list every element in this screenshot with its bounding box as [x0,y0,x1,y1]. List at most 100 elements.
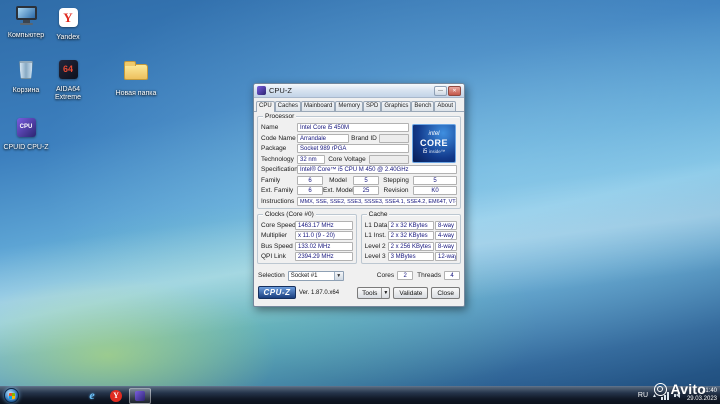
desktop-icon-label: Yandex [56,34,80,41]
selection-label: Selection [258,272,285,279]
tab-caches[interactable]: Caches [274,101,302,111]
model-label: Model [329,176,347,184]
cpuz-app-icon [257,86,266,95]
tab-mainboard[interactable]: Mainboard [301,101,336,111]
folder-icon [110,61,162,88]
cpuz-titlebar[interactable]: CPU-Z — ✕ [254,84,464,98]
code-name-field: Arrandale [297,133,349,143]
name-field: Intel Core i5 450M [297,123,409,132]
brand-id-label: Brand ID [351,134,377,142]
desktop-icon-label: Новая папка [115,90,157,97]
version-text: Ver. 1.87.0.x64 [299,289,340,296]
tab-spd[interactable]: SPD [363,101,382,111]
cpuz-logo: CPU-Z [258,286,296,299]
cache-group: Cache L1 Data 2 x 32 KBytes 8-way L1 Ins… [360,210,461,264]
brand-id-field [379,133,409,143]
ext-model-label: Ext. Model [323,187,354,194]
instructions-field: MMX, SSE, SSE2, SSE3, SSSE3, SSE4.1, SSE… [297,196,457,206]
core-voltage-field [369,154,409,164]
ext-family-label: Ext. Family [261,187,294,194]
tab-about[interactable]: About [434,101,457,111]
tab-graphics[interactable]: Graphics [381,101,412,111]
code-name-label: Code Name [261,134,296,142]
specification-label: Specification [261,166,298,173]
level3-size-field: 3 MBytes [387,252,434,261]
family-label: Family [261,176,281,184]
desktop-icon-label: Компьютер [7,32,45,39]
socket-select[interactable]: Socket #1 ▼ [287,270,344,281]
cores-field: 2 [397,271,414,280]
tab-cpu[interactable]: CPU [256,101,275,112]
l1-inst-size-field: 2 x 32 KBytes [387,231,434,240]
desktop-background: Компьютер Y Yandex Корзина 64 AIDA64 Ext… [0,0,720,404]
threads-label: Threads [417,272,441,279]
specification-field: Intel® Core™ i5 CPU M 450 @ 2.40GHz [297,165,457,174]
window-title: CPU-Z [269,86,292,95]
desktop-icon-cpuz[interactable]: CPU CPUID CPU-Z [3,116,49,152]
ext-family-field: 6 [297,186,323,195]
threads-field: 4 [444,271,460,280]
taskbar: e Y RU ▲ 21:40 29.03.2023 [0,386,720,404]
stepping-label: Stepping [383,176,409,184]
processor-group-label: Processor [263,113,297,120]
cache-group-label: Cache [366,210,390,218]
minimize-button[interactable]: — [434,85,447,96]
instructions-label: Instructions [261,197,295,205]
socket-select-value: Socket #1 [290,272,318,279]
package-field: Socket 989 rPGA [297,144,409,153]
cpuz-window: CPU-Z — ✕ CPU Caches Mainboard Memory SP… [253,83,465,307]
revision-label: Revision [383,187,409,194]
qpi-link-field: 2394.29 MHz [295,252,353,261]
desktop-icon-label: CPUID CPU-Z [3,144,49,151]
level2-label: Level 2 [364,242,386,250]
tab-bar: CPU Caches Mainboard Memory SPD Graphics… [254,98,464,112]
desktop-icon-label: AIDA64 Extreme [54,86,82,102]
intel-core-i5-badge: intel CORE i5 inside™ [412,124,456,163]
bus-speed-field: 133.02 MHz [295,241,353,251]
level3-way-field: 12-way [435,252,457,261]
processor-group: Processor intel CORE i5 inside™ Name Int… [257,113,461,209]
start-button[interactable] [4,388,19,403]
taskbar-yandex-icon[interactable]: Y [105,388,127,404]
taskbar-ie-icon[interactable]: e [81,388,103,404]
desktop-icon-computer[interactable]: Компьютер [3,6,49,40]
desktop-icon-label: Корзина [12,87,40,94]
cores-label: Cores [376,272,395,279]
qpi-link-label: QPI Link [261,253,286,260]
core-voltage-label: Core Voltage [328,155,366,163]
package-label: Package [261,145,287,152]
l1-data-label: L1 Data [364,221,388,229]
desktop-icon-new-folder[interactable]: Новая папка [110,58,162,98]
core-speed-field: 1463.17 MHz [295,220,353,230]
chevron-down-icon[interactable]: ▼ [333,271,343,280]
language-indicator[interactable]: RU [638,392,648,399]
technology-label: Technology [261,155,294,163]
avito-watermark-text: Avito [670,381,706,397]
desktop-icon-yandex[interactable]: Y Yandex [45,6,91,42]
aida64-icon: 64 [45,60,91,84]
l1-data-size-field: 2 x 32 KBytes [387,220,434,230]
yandex-browser-icon: Y [110,389,122,402]
clocks-group-label: Clocks (Core #0) [263,210,316,218]
tab-bench[interactable]: Bench [411,101,435,111]
yandex-icon: Y [45,8,91,32]
close-icon[interactable]: ✕ [448,85,461,96]
avito-watermark: Avito [653,381,706,397]
tools-dropdown-icon[interactable]: ▼ [381,287,389,298]
level2-way-field: 8-way [435,241,457,251]
internet-explorer-icon: e [89,388,95,402]
camera-icon [653,382,667,396]
bus-speed-label: Bus Speed [261,242,293,250]
tools-button[interactable]: Tools ▼ [357,286,391,299]
tab-memory[interactable]: Memory [335,101,364,111]
computer-icon [3,6,49,30]
desktop-icon-recycle-bin[interactable]: Корзина [3,58,49,95]
l1-inst-label: L1 Inst. [364,232,386,239]
model-field: 5 [353,175,379,185]
close-button[interactable]: Close [431,286,460,299]
taskbar-cpuz-button[interactable] [129,387,151,404]
desktop-icon-aida64[interactable]: 64 AIDA64 Extreme [45,58,91,103]
cpuz-icon: CPU [3,118,49,142]
clocks-group: Clocks (Core #0) Core Speed 1463.17 MHz … [257,210,357,264]
validate-button[interactable]: Validate [393,286,429,299]
